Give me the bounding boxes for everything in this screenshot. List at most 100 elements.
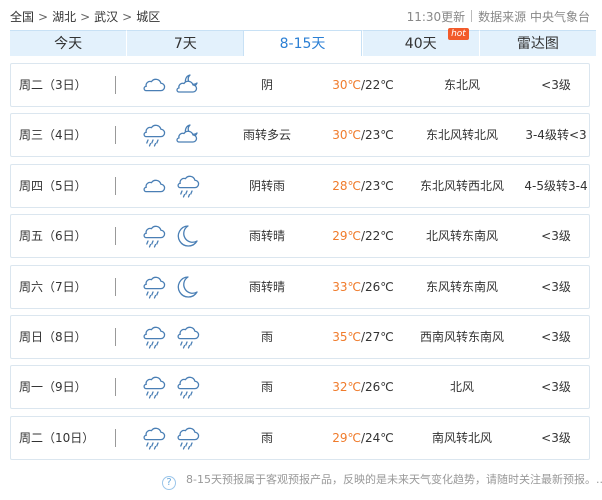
temp-low: /22℃ bbox=[360, 78, 394, 92]
clear-night-icon bbox=[177, 225, 198, 247]
temperature: 29℃/22℃ bbox=[321, 215, 405, 257]
row-divider bbox=[115, 126, 116, 145]
forecast-row: 周三（4日） 雨转多云 30℃/23℃ 东北风转北风 3-4级转<3 bbox=[10, 113, 590, 158]
wind-level: <3级 bbox=[541, 380, 571, 395]
forecast-day: 周六（7日） bbox=[19, 279, 87, 294]
cloudy-icon bbox=[143, 179, 166, 193]
row-divider bbox=[115, 176, 116, 195]
forecast-row: 周五（6日） 雨转晴 29℃/22℃ 北风转东南风 <3级 bbox=[10, 214, 590, 259]
temp-high: 28℃ bbox=[332, 178, 361, 193]
rain-icon bbox=[143, 326, 166, 349]
temp-low: /26℃ bbox=[360, 380, 394, 395]
temperature: 28℃/23℃ bbox=[321, 165, 405, 207]
forecast-day: 周一（9日） bbox=[19, 380, 87, 395]
temp-high: 33℃ bbox=[332, 279, 361, 294]
temp-low: /22℃ bbox=[360, 229, 394, 244]
wind-level: <3级 bbox=[541, 229, 571, 244]
temp-low: /26℃ bbox=[360, 279, 394, 294]
rain-icon bbox=[143, 377, 166, 399]
temperature: 33℃/26℃ bbox=[321, 266, 405, 308]
wind-direction: 北风转东南风 bbox=[425, 229, 498, 244]
wind-direction: 东北风转西北风 bbox=[419, 178, 504, 193]
wind-level: <3级 bbox=[541, 330, 571, 344]
breadcrumb-item-district: 城区 bbox=[136, 10, 161, 24]
weather-description: 雨转晴 bbox=[248, 229, 285, 244]
row-divider bbox=[115, 428, 116, 447]
tab-40-days[interactable]: 40天 hot bbox=[361, 28, 479, 56]
update-time: 11:30更新 bbox=[406, 10, 466, 24]
weather-icons bbox=[139, 114, 219, 156]
tab-8-15-days[interactable]: 8-15天 bbox=[243, 30, 362, 56]
rain-icon bbox=[177, 377, 200, 399]
breadcrumb-item-province[interactable]: 湖北 bbox=[52, 10, 76, 24]
breadcrumb-separator: > bbox=[122, 10, 133, 24]
wind-direction: 西南风转东南风 bbox=[419, 330, 504, 344]
wind-level: <3级 bbox=[541, 78, 571, 92]
forecast-day: 周三（4日） bbox=[19, 128, 87, 143]
weather-icons bbox=[139, 215, 219, 257]
temp-high: 30℃ bbox=[332, 78, 361, 92]
temp-high: 30℃ bbox=[332, 128, 361, 143]
rain-icon bbox=[177, 326, 200, 349]
weather-icons bbox=[139, 64, 219, 106]
forecast-notice: ? 8-15天预报属于客观预报产品，反映的是未来天气变化趋势，请随时关注最新预报。… bbox=[162, 471, 602, 491]
notice-text: 8-15天预报属于客观预报产品，反映的是未来天气变化趋势，请随时关注最新预报。.… bbox=[186, 473, 602, 486]
breadcrumb-separator: > bbox=[38, 10, 49, 24]
update-info: 11:30更新 数据来源 中央气象台 bbox=[407, 8, 590, 25]
tab-7-days[interactable]: 7天 bbox=[126, 30, 244, 56]
wind-level: <3级 bbox=[541, 279, 571, 294]
wind-level: <3级 bbox=[541, 430, 571, 445]
temperature: 29℃/24℃ bbox=[321, 417, 405, 459]
weather-description: 雨 bbox=[260, 330, 273, 344]
weather-icons bbox=[139, 165, 219, 207]
weather-icons bbox=[139, 417, 219, 459]
tab-today[interactable]: 今天 bbox=[10, 30, 127, 56]
forecast-day: 周日（8日） bbox=[19, 330, 87, 344]
temperature: 30℃/23℃ bbox=[321, 114, 405, 156]
forecast-tabs: 今天 7天 8-15天 40天 hot 雷达图 bbox=[10, 28, 597, 56]
breadcrumb: 全国 > 湖北 > 武汉 > 城区 bbox=[10, 8, 160, 25]
weather-description: 阴转雨 bbox=[248, 178, 285, 193]
clear-night-icon bbox=[177, 275, 198, 298]
temp-high: 29℃ bbox=[332, 229, 361, 244]
temp-low: /23℃ bbox=[360, 178, 394, 193]
wind-level: 4-5级转3-4 bbox=[524, 178, 588, 193]
temperature: 32℃/26℃ bbox=[321, 366, 405, 408]
forecast-row: 周二（3日） 阴 30℃/22℃ 东北风 <3级 bbox=[10, 63, 590, 107]
wind-direction: 东北风 bbox=[443, 78, 480, 92]
temp-low: /27℃ bbox=[360, 330, 394, 344]
breadcrumb-item-national[interactable]: 全国 bbox=[10, 10, 34, 24]
forecast-row: 周六（7日） 雨转晴 33℃/26℃ 东风转东南风 <3级 bbox=[10, 264, 590, 309]
forecast-row: 周日（8日） 雨 35℃/27℃ 西南风转东南风 <3级 bbox=[10, 315, 590, 359]
tab-radar[interactable]: 雷达图 bbox=[478, 30, 597, 56]
row-divider bbox=[115, 328, 116, 346]
weather-icons bbox=[139, 266, 219, 308]
meta-divider bbox=[471, 10, 473, 22]
cloudy-icon bbox=[143, 78, 166, 92]
temp-high: 32℃ bbox=[332, 380, 361, 395]
breadcrumb-item-city[interactable]: 武汉 bbox=[94, 10, 118, 24]
weather-icons bbox=[139, 316, 219, 358]
breadcrumb-separator: > bbox=[80, 10, 91, 24]
wind-direction: 南风转北风 bbox=[431, 430, 492, 445]
row-divider bbox=[115, 227, 116, 246]
hot-badge: hot bbox=[448, 28, 469, 40]
temp-low: /23℃ bbox=[360, 128, 394, 143]
weather-description: 雨转多云 bbox=[242, 128, 291, 143]
weather-description: 阴 bbox=[260, 78, 273, 92]
tab-label: 40天 bbox=[404, 36, 437, 52]
temperature: 35℃/27℃ bbox=[321, 316, 405, 358]
question-icon[interactable]: ? bbox=[162, 476, 176, 490]
row-divider bbox=[115, 378, 116, 397]
rain-icon bbox=[143, 225, 166, 248]
forecast-day: 周二（10日） bbox=[19, 430, 95, 445]
weather-icons bbox=[139, 366, 219, 408]
data-source: 数据来源 中央气象台 bbox=[478, 10, 590, 24]
forecast-row: 周二（10日） 雨 29℃/24℃ 南风转北风 <3级 bbox=[10, 415, 590, 460]
weather-description: 雨转晴 bbox=[248, 279, 285, 294]
rain-icon bbox=[177, 427, 200, 450]
forecast-row: 周一（9日） 雨 32℃/26℃ 北风 <3级 bbox=[10, 365, 590, 410]
partly-cloudy-night-icon bbox=[176, 124, 198, 144]
temp-low: /24℃ bbox=[360, 430, 394, 445]
top-bar: 全国 > 湖北 > 武汉 > 城区 11:30更新 数据来源 中央气象台 bbox=[0, 0, 602, 30]
